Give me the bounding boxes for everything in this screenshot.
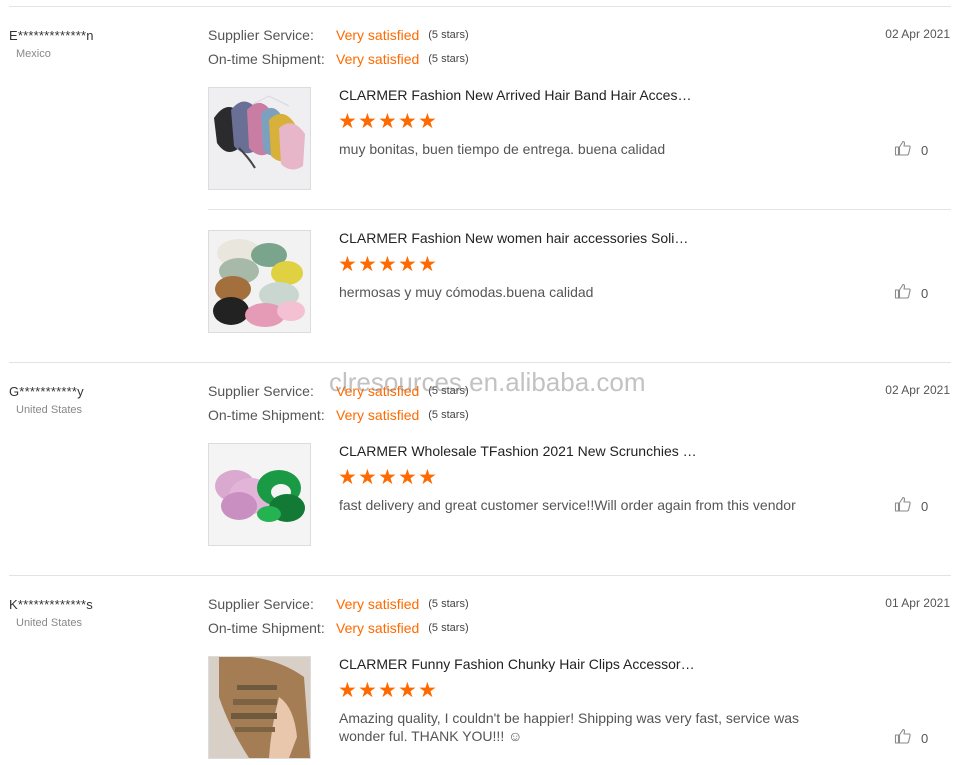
star-icon: ★	[418, 679, 437, 702]
star-icon: ★	[398, 253, 417, 276]
star-icon: ★	[358, 679, 377, 702]
supplier-service-stars: (5 stars)	[428, 598, 469, 610]
shipment-label: On-time Shipment:	[208, 407, 325, 423]
divider-review	[9, 575, 951, 576]
shipment-value: Very satisfied	[336, 407, 420, 423]
product-title[interactable]: CLARMER Fashion New Arrived Hair Band Ha…	[339, 87, 691, 103]
shipment-stars: (5 stars)	[428, 409, 469, 421]
star-icon: ★	[338, 679, 357, 702]
star-icon: ★	[418, 110, 437, 133]
shipment-value: Very satisfied	[336, 51, 420, 67]
review-comment: Amazing quality, I couldn't be happier! …	[339, 710, 799, 744]
star-icon: ★	[378, 253, 397, 276]
star-rating: ★ ★ ★ ★ ★	[338, 111, 438, 132]
star-icon: ★	[418, 253, 437, 276]
star-rating: ★ ★ ★ ★ ★	[338, 467, 438, 488]
product-review: CLARMER Fashion New women hair accessori…	[208, 230, 952, 333]
star-icon: ★	[418, 466, 437, 489]
reviewer-name: G***********y	[9, 384, 84, 399]
like-button[interactable]: 0	[894, 495, 928, 518]
reviewer-name: E*************n	[9, 28, 94, 43]
service-ratings: Supplier Service: Very satisfied (5 star…	[208, 23, 469, 71]
star-icon: ★	[398, 466, 417, 489]
divider-top	[9, 6, 951, 7]
reviewer-info: E*************n Mexico	[9, 28, 94, 60]
product-title[interactable]: CLARMER Funny Fashion Chunky Hair Clips …	[339, 656, 695, 672]
like-count: 0	[921, 143, 929, 158]
thumbs-up-icon[interactable]	[894, 139, 912, 162]
thumbs-up-icon[interactable]	[894, 282, 912, 305]
like-count: 0	[921, 286, 929, 301]
review-comment: hermosas y muy cómodas.buena calidad	[339, 284, 594, 300]
reviewer-country: United States	[16, 617, 83, 629]
star-icon: ★	[338, 110, 357, 133]
shipment-stars: (5 stars)	[428, 622, 469, 634]
review-date: 02 Apr 2021	[885, 383, 950, 397]
supplier-service-label: Supplier Service:	[208, 27, 314, 43]
product-review: CLARMER Fashion New Arrived Hair Band Ha…	[208, 87, 952, 190]
reviewer-info: K*************s United States	[9, 597, 93, 629]
star-icon: ★	[398, 679, 417, 702]
divider-review	[9, 362, 951, 363]
product-review: CLARMER Wholesale TFashion 2021 New Scru…	[208, 443, 952, 546]
star-rating: ★ ★ ★ ★ ★	[338, 254, 438, 275]
product-title[interactable]: CLARMER Fashion New women hair accessori…	[339, 230, 688, 246]
like-button[interactable]: 0	[894, 282, 928, 305]
service-ratings: Supplier Service: Very satisfied (5 star…	[208, 592, 469, 640]
like-count: 0	[921, 731, 929, 746]
reviewer-name: K*************s	[9, 597, 93, 612]
star-icon: ★	[358, 466, 377, 489]
product-title[interactable]: CLARMER Wholesale TFashion 2021 New Scru…	[339, 443, 697, 459]
star-icon: ★	[378, 679, 397, 702]
supplier-service-stars: (5 stars)	[428, 29, 469, 41]
shipment-label: On-time Shipment:	[208, 620, 325, 636]
product-review: CLARMER Funny Fashion Chunky Hair Clips …	[208, 656, 952, 759]
product-thumbnail[interactable]	[208, 230, 311, 333]
product-thumbnail[interactable]	[208, 87, 311, 190]
like-button[interactable]: 0	[894, 727, 928, 750]
star-icon: ★	[358, 110, 377, 133]
reviewer-info: G***********y United States	[9, 384, 84, 416]
star-icon: ★	[338, 466, 357, 489]
watermark: clresources.en.alibaba.com	[329, 367, 646, 397]
reviewer-country: United States	[16, 404, 83, 416]
shipment-value: Very satisfied	[336, 620, 420, 636]
supplier-service-value: Very satisfied	[336, 596, 420, 612]
like-count: 0	[921, 499, 929, 514]
review-date: 01 Apr 2021	[885, 596, 950, 610]
like-button[interactable]: 0	[894, 139, 928, 162]
star-icon: ★	[378, 110, 397, 133]
review-comment: muy bonitas, buen tiempo de entrega. bue…	[339, 141, 666, 157]
shipment-stars: (5 stars)	[428, 53, 469, 65]
star-icon: ★	[338, 253, 357, 276]
reviewer-country: Mexico	[16, 48, 51, 60]
product-thumbnail[interactable]	[208, 656, 311, 759]
supplier-service-value: Very satisfied	[336, 27, 420, 43]
divider-product	[208, 209, 951, 210]
supplier-service-label: Supplier Service:	[208, 596, 314, 612]
review-comment: fast delivery and great customer service…	[339, 497, 796, 513]
star-icon: ★	[378, 466, 397, 489]
review-date: 02 Apr 2021	[885, 27, 950, 41]
supplier-service-label: Supplier Service:	[208, 383, 314, 399]
thumbs-up-icon[interactable]	[894, 495, 912, 518]
star-icon: ★	[398, 110, 417, 133]
star-icon: ★	[358, 253, 377, 276]
shipment-label: On-time Shipment:	[208, 51, 325, 67]
product-thumbnail[interactable]	[208, 443, 311, 546]
star-rating: ★ ★ ★ ★ ★	[338, 680, 438, 701]
thumbs-up-icon[interactable]	[894, 727, 912, 750]
